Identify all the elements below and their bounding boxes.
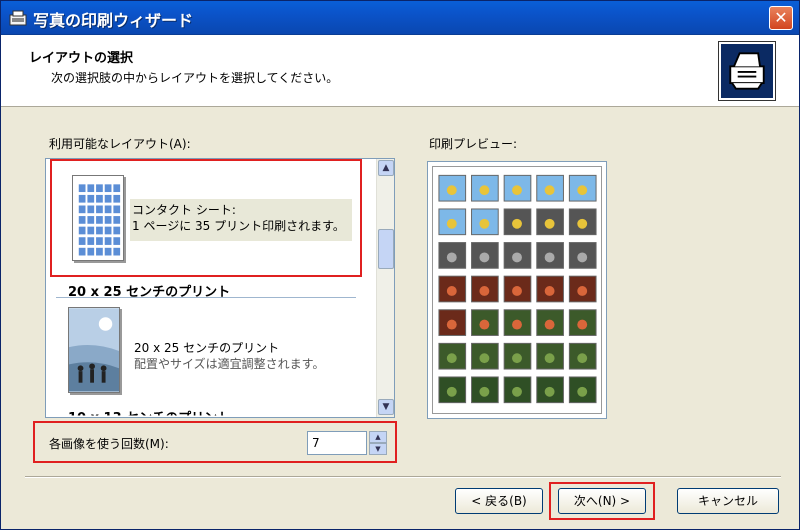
app-icon: [9, 10, 27, 26]
preview-thumbnail-subject: [577, 353, 588, 364]
preview-thumbnail-subject: [577, 185, 588, 196]
scroll-down-button[interactable]: ▼: [378, 399, 394, 415]
chevron-down-icon: ▼: [375, 445, 381, 453]
preview-thumbnail-subject: [512, 319, 522, 330]
preview-thumbnail-subject: [577, 386, 588, 397]
preview-thumbnail-subject: [577, 286, 588, 296]
preview-thumbnail-subject: [512, 185, 522, 196]
preview-thumbnail-subject: [479, 353, 490, 364]
scroll-thumb[interactable]: [378, 229, 394, 269]
preview-thumbnail-subject: [544, 252, 555, 263]
preview-thumbnail-subject: [479, 185, 490, 196]
copies-highlight: 各画像を使う回数(M): ▲ ▼: [33, 421, 397, 463]
preview-thumbnail-subject: [446, 286, 457, 296]
layout-list-label: 利用可能なレイアウト(A):: [49, 137, 191, 151]
layout-list[interactable]: コンタクト シート: 1 ページに 35 プリント印刷されます。 20 x 25…: [45, 158, 395, 418]
close-icon: ✕: [774, 8, 788, 27]
print-8x10-thumbnail: [68, 307, 120, 393]
preview-thumbnail-subject: [446, 252, 457, 263]
preview-thumbnail-subject: [577, 252, 588, 263]
layout-section-header-partial: 10 x 13 センチのプリント: [68, 407, 230, 416]
preview-thumbnail-subject: [479, 386, 490, 397]
preview-thumbnail-subject: [544, 185, 555, 196]
page-subtitle: 次の選択肢の中からレイアウトを選択してください。: [51, 71, 339, 85]
preview-thumbnail-subject: [479, 218, 490, 229]
wizard-header: レイアウトの選択 次の選択肢の中からレイアウトを選択してください。: [1, 35, 799, 107]
copies-spinner[interactable]: ▲ ▼: [307, 431, 387, 455]
preview-thumbnail-subject: [544, 386, 555, 397]
title-bar[interactable]: 写真の印刷ウィザード ✕: [1, 1, 799, 35]
layout-item-desc: 配置やサイズは適宜調整されます。: [134, 357, 325, 371]
preview-thumbnail-subject: [446, 353, 457, 364]
preview-thumbnail-subject: [512, 252, 522, 263]
preview-thumbnail-subject: [479, 286, 490, 296]
back-button[interactable]: < 戻る(B): [455, 488, 543, 514]
preview-label: 印刷プレビュー:: [429, 137, 518, 151]
spin-up-button[interactable]: ▲: [369, 431, 387, 443]
preview-thumbnail-subject: [512, 386, 522, 397]
footer-separator: [25, 476, 781, 478]
preview-thumbnail-subject: [479, 252, 490, 263]
window-title: 写真の印刷ウィザード: [33, 11, 194, 30]
preview-thumbnail-subject: [446, 386, 457, 397]
layout-item-title: コンタクト シート:: [132, 203, 236, 217]
preview-thumbnail-subject: [544, 218, 555, 229]
layout-item-contact-sheet[interactable]: コンタクト シート: 1 ページに 35 プリント印刷されます。: [56, 167, 356, 269]
preview-thumbnail-subject: [544, 286, 555, 296]
printer-icon: [719, 42, 775, 100]
chevron-down-icon: ▼: [382, 402, 390, 412]
contact-sheet-thumbnail: [72, 175, 124, 261]
close-button[interactable]: ✕: [769, 6, 793, 30]
preview-thumbnail-subject: [446, 319, 457, 330]
preview-thumbnail-subject: [512, 286, 522, 296]
section-divider: [56, 297, 356, 298]
copies-label: 各画像を使う回数(M):: [49, 437, 169, 451]
preview-page: [432, 166, 602, 414]
layout-item-title: 20 x 25 センチのプリント: [134, 341, 280, 355]
layout-list-scrollbar[interactable]: ▲ ▼: [376, 159, 394, 417]
layout-item-desc: 1 ページに 35 プリント印刷されます。: [132, 219, 345, 233]
preview-thumbnail-subject: [577, 218, 588, 229]
preview-thumbnail-subject: [577, 319, 588, 330]
print-preview: [427, 161, 607, 419]
next-button[interactable]: 次へ(N) >: [558, 488, 646, 514]
preview-thumbnail-subject: [544, 319, 555, 330]
preview-thumbnail-subject: [446, 185, 457, 196]
page-title: レイアウトの選択: [29, 51, 134, 66]
chevron-up-icon: ▲: [382, 163, 390, 173]
preview-thumbnail-subject: [512, 353, 522, 364]
scroll-up-button[interactable]: ▲: [378, 160, 394, 176]
spin-down-button[interactable]: ▼: [369, 443, 387, 455]
preview-thumbnail-subject: [544, 353, 555, 364]
preview-thumbnail-subject: [446, 218, 457, 229]
copies-input[interactable]: [307, 431, 367, 455]
preview-thumbnail-subject: [479, 319, 490, 330]
preview-thumbnail-subject: [512, 218, 522, 229]
cancel-button[interactable]: キャンセル: [677, 488, 779, 514]
wizard-window: 写真の印刷ウィザード ✕ レイアウトの選択 次の選択肢の中からレイアウトを選択し…: [0, 0, 800, 530]
chevron-up-icon: ▲: [375, 433, 381, 441]
